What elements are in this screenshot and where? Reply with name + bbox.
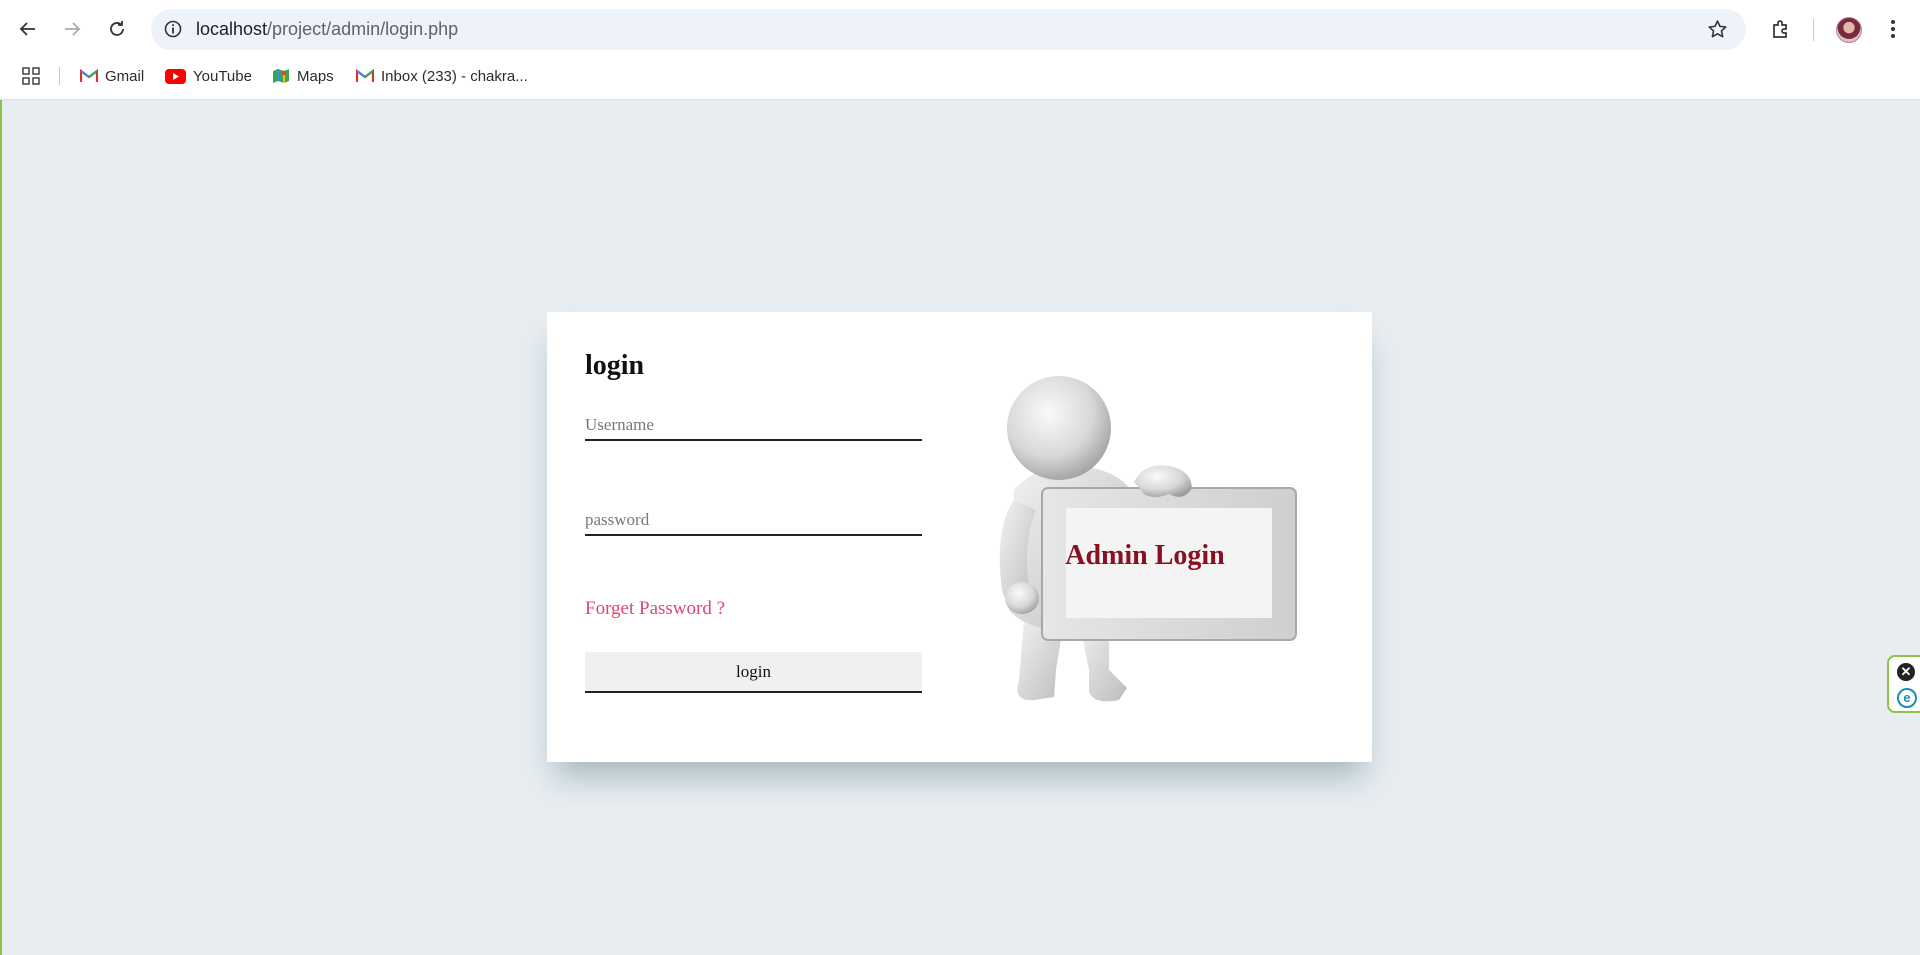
puzzle-icon [1773,20,1787,38]
bookmark-youtube[interactable]: YouTube [165,66,252,86]
browser-toolbar: localhost/project/admin/login.php Gmail … [0,0,1920,100]
toolbar-separator [1813,19,1814,41]
extension-e-icon[interactable]: e [1897,688,1917,708]
arrow-right-icon [65,22,81,36]
reload-button[interactable] [101,13,133,45]
password-input[interactable] [585,506,922,536]
browser-menu-button[interactable] [1878,14,1908,44]
apps-grid-icon [22,67,40,85]
youtube-icon [165,68,186,84]
forget-password-link[interactable]: Forget Password ? [585,598,725,620]
maps-icon [273,69,289,83]
bookmarks-separator [59,67,60,85]
gmail-icon [356,69,374,82]
back-button[interactable] [12,13,44,45]
bookmark-label: Gmail [105,67,145,85]
bookmark-label: Maps [297,67,334,85]
close-icon[interactable]: ✕ [1897,663,1915,681]
gmail-icon [80,69,98,82]
arrow-left-icon [19,22,35,36]
reload-icon [110,21,124,36]
login-card: login Forget Password ? login Admin Logi… [547,312,1372,762]
extensions-button[interactable] [1766,14,1796,44]
url-text: localhost/project/admin/login.php [196,19,458,40]
login-title: login [585,350,645,381]
bookmark-star-icon[interactable] [1707,19,1728,40]
url-path: /project/admin/login.php [267,19,459,39]
more-vertical-icon [1891,20,1895,38]
username-input[interactable] [585,411,922,441]
bookmark-label: Inbox (233) - chakra... [381,67,528,85]
bookmark-label: YouTube [193,67,252,85]
address-bar[interactable]: localhost/project/admin/login.php [151,9,1746,50]
apps-button[interactable] [22,66,47,86]
forward-button[interactable] [56,13,88,45]
side-extension-widget: ✕ e [1887,655,1920,713]
bookmark-gmail[interactable]: Gmail [80,66,144,86]
bookmark-maps[interactable]: Maps [272,66,334,86]
bookmark-inbox[interactable]: Inbox (233) - chakra... [356,66,528,86]
admin-login-sign-text: Admin Login [1065,540,1225,571]
bookmarks-bar: Gmail YouTube Maps Inbox (233) - chakra.… [0,60,1920,92]
url-host: localhost [196,19,268,39]
left-edge-border [0,100,2,955]
profile-avatar[interactable] [1836,17,1862,43]
site-info-icon[interactable] [163,19,183,39]
login-button[interactable]: login [585,652,922,693]
